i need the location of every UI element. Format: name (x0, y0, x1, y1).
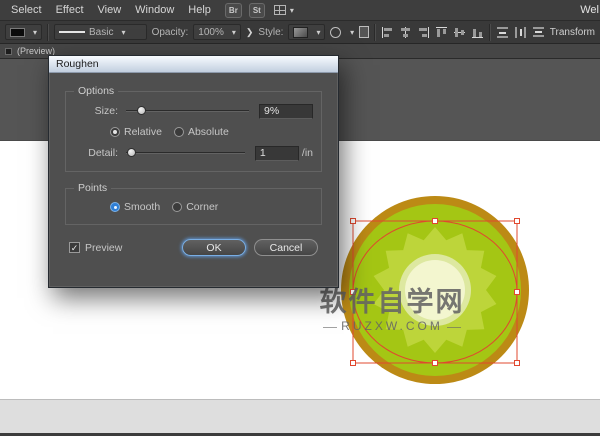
watermark: 软件自学网 RUZXW.COM (308, 287, 476, 335)
stock-icon[interactable]: St (249, 3, 265, 18)
align-top-icon[interactable] (435, 26, 448, 39)
selection-handle[interactable] (515, 290, 520, 295)
points-row: Smooth Corner (74, 197, 313, 217)
align-center-horizontal-icon[interactable] (399, 26, 412, 39)
opacity-value: 100% (198, 27, 224, 38)
illustrator-app: Select Effect View Window Help Br St ▾ W… (0, 0, 600, 436)
roughen-dialog: Roughen Options Size: 9% Relative Abs (48, 55, 339, 288)
relative-radio[interactable] (110, 127, 120, 137)
dialog-body: Options Size: 9% Relative Absolute (49, 73, 338, 256)
size-value: 9% (264, 105, 279, 117)
corner-radio[interactable] (172, 202, 182, 212)
selection-handle[interactable] (515, 219, 520, 224)
bridge-icon[interactable]: Br (225, 3, 242, 18)
size-label: Size: (74, 105, 118, 117)
preview-label: Preview (85, 242, 122, 254)
size-input[interactable]: 9% (259, 104, 313, 119)
style-dropdown[interactable]: ▾ (288, 24, 325, 40)
dialog-footer: ✓ Preview OK Cancel (69, 239, 318, 256)
checkbox-check-icon: ✓ (69, 242, 80, 253)
align-right-icon[interactable] (417, 26, 430, 39)
size-slider-thumb[interactable] (137, 106, 146, 115)
divider (47, 24, 49, 41)
align-center-vertical-icon[interactable] (453, 26, 466, 39)
stroke-line-sample (59, 31, 85, 33)
preview-checkbox[interactable]: ✓ Preview (69, 242, 122, 254)
stroke-color-dropdown[interactable]: ▾ (5, 24, 42, 40)
distribute-top-icon[interactable] (496, 26, 509, 39)
menu-effect[interactable]: Effect (49, 0, 91, 20)
detail-input[interactable]: 1 (255, 146, 299, 161)
size-mode-row: Relative Absolute (74, 122, 313, 142)
selection-handle[interactable] (351, 361, 356, 366)
selection-handle[interactable] (433, 361, 438, 366)
divider (374, 24, 376, 41)
chevron-down-icon: ▾ (316, 28, 320, 37)
brush-definition-label: Basic (89, 27, 113, 38)
stroke-color-swatch (10, 28, 25, 37)
corner-label[interactable]: Corner (186, 201, 218, 213)
menu-help[interactable]: Help (181, 0, 218, 20)
pasteboard-bottom (0, 399, 600, 433)
opacity-dropdown[interactable]: 100% ▾ (193, 24, 241, 40)
absolute-label[interactable]: Absolute (188, 126, 229, 138)
control-bar: ▾ Basic ▾ Opacity: 100% ▾ ❯ Style: ▾ ▾ (0, 21, 600, 44)
document-color-icon (5, 48, 12, 55)
detail-slider[interactable] (126, 147, 245, 159)
document-setup-icon[interactable] (359, 26, 369, 38)
absolute-radio[interactable] (174, 127, 184, 137)
selection-handle[interactable] (351, 219, 356, 224)
chevron-down-icon: ▾ (33, 28, 37, 37)
align-left-icon[interactable] (381, 26, 394, 39)
brush-definition-dropdown[interactable]: Basic ▾ (54, 24, 147, 40)
cancel-button[interactable]: Cancel (254, 239, 318, 256)
chevron-down-icon[interactable]: ▾ (290, 6, 294, 15)
arrange-documents-icon[interactable] (274, 5, 286, 15)
workspace-switcher[interactable]: Wel (580, 4, 599, 16)
style-swatch (293, 27, 308, 38)
expand-chevron-icon[interactable]: ❯ (246, 27, 254, 38)
menu-select[interactable]: Select (4, 0, 49, 20)
detail-slider-track[interactable] (126, 152, 245, 154)
watermark-text-cn: 软件自学网 (308, 287, 476, 317)
menu-window[interactable]: Window (128, 0, 181, 20)
points-legend: Points (74, 182, 111, 194)
ok-button[interactable]: OK (182, 239, 246, 256)
divider (489, 24, 491, 41)
relative-label[interactable]: Relative (124, 126, 162, 138)
detail-unit-label: /in (302, 147, 313, 159)
options-legend: Options (74, 85, 118, 97)
smooth-label[interactable]: Smooth (124, 201, 160, 213)
detail-value: 1 (260, 147, 266, 159)
detail-label: Detail: (74, 147, 118, 159)
points-group: Points Smooth Corner (65, 182, 322, 225)
style-label: Style: (258, 27, 283, 38)
opacity-label: Opacity: (152, 27, 189, 38)
chevron-down-icon: ▾ (121, 28, 125, 37)
align-bottom-icon[interactable] (471, 26, 484, 39)
size-row: Size: 9% (74, 100, 313, 122)
smooth-radio[interactable] (110, 202, 120, 212)
transform-panel-label[interactable]: Transform (550, 27, 595, 38)
detail-row: Detail: 1 /in (74, 142, 313, 164)
recolor-artwork-icon[interactable] (330, 27, 341, 38)
menu-view[interactable]: View (91, 0, 129, 20)
dialog-title: Roughen (56, 58, 99, 70)
selection-handle[interactable] (515, 361, 520, 366)
selection-handle[interactable] (433, 219, 438, 224)
chevron-down-icon: ▾ (232, 28, 236, 37)
menu-bar: Select Effect View Window Help Br St ▾ W… (0, 0, 600, 21)
distribute-bottom-icon[interactable] (532, 26, 545, 39)
distribute-center-icon[interactable] (514, 26, 527, 39)
detail-slider-thumb[interactable] (127, 148, 136, 157)
chevron-down-icon[interactable]: ▾ (350, 28, 354, 37)
options-group: Options Size: 9% Relative Absolute (65, 85, 322, 172)
dialog-titlebar[interactable]: Roughen (49, 56, 338, 73)
watermark-text-url: RUZXW.COM (337, 319, 447, 333)
size-slider[interactable] (126, 105, 249, 117)
